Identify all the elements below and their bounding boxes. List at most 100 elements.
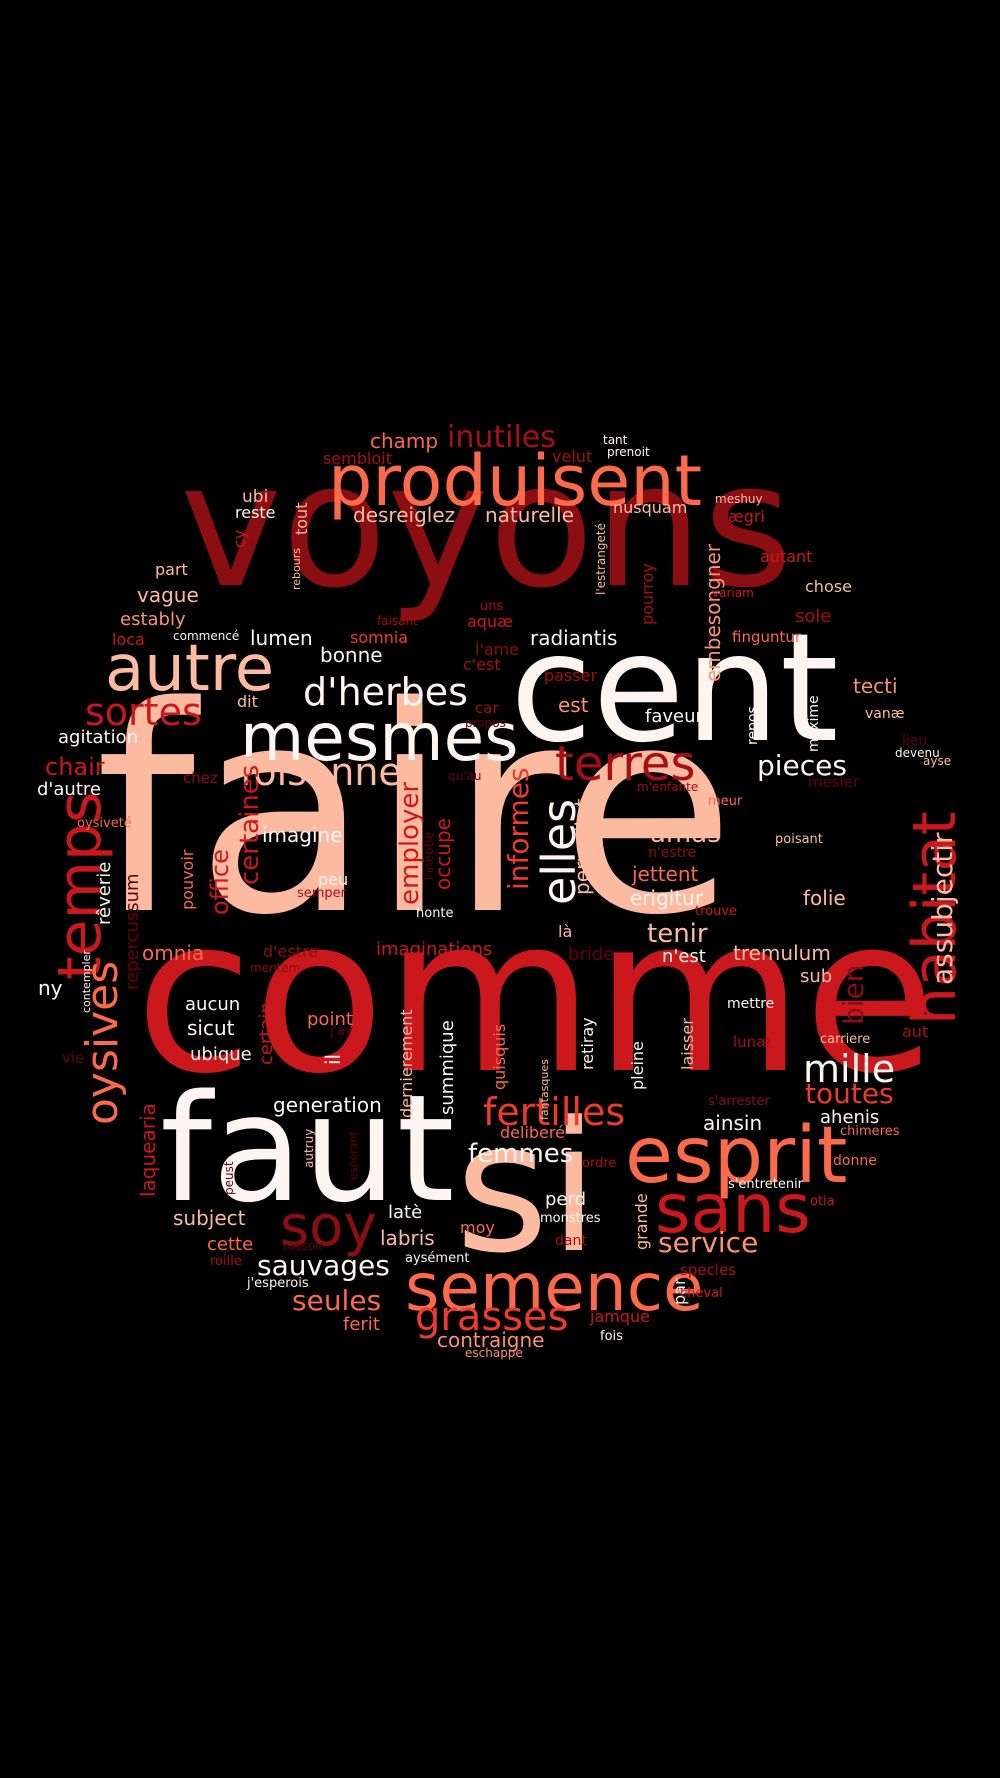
cloud-word: dit xyxy=(237,692,258,711)
cloud-word: sembloit xyxy=(323,449,392,468)
cloud-word: certain xyxy=(256,1002,277,1065)
cloud-word: eschappe xyxy=(465,1346,523,1360)
cloud-word: l'ame xyxy=(475,640,519,659)
cloud-word: autruy xyxy=(302,1129,316,1168)
cloud-word: ayse xyxy=(923,754,951,768)
cloud-word: poisant xyxy=(775,832,823,847)
cloud-word: trouve xyxy=(695,904,737,919)
cloud-word: m'enfante xyxy=(637,780,698,794)
cloud-word: jamque xyxy=(589,1307,650,1326)
cloud-word: latè xyxy=(388,1202,422,1223)
cloud-word: qu'au xyxy=(448,769,481,783)
word-cloud: fairecommevoyonscentfaut si espritsansprod… xyxy=(0,0,1000,1778)
cloud-word: imaginations xyxy=(376,939,492,960)
cloud-word: mesler xyxy=(808,773,860,791)
cloud-word: service xyxy=(658,1226,758,1259)
cloud-word: l'estrangeté xyxy=(594,523,608,595)
cloud-word: summique xyxy=(437,1020,458,1115)
cloud-word: d'estre xyxy=(263,942,318,961)
cloud-word: cette xyxy=(207,1234,253,1255)
cloud-word: part xyxy=(155,560,188,579)
cloud-word: il xyxy=(321,1054,345,1065)
cloud-word: rassoir xyxy=(283,1239,323,1253)
cloud-word: species xyxy=(680,1261,736,1279)
cloud-word: là xyxy=(558,922,572,941)
cloud-word: oysiveté xyxy=(77,816,132,831)
cloud-word: meur xyxy=(708,794,743,809)
cloud-word: nusquam xyxy=(613,498,687,517)
cloud-word: omnia xyxy=(142,941,204,965)
cloud-word: lieu xyxy=(902,733,927,749)
cloud-word: jettent xyxy=(631,862,699,886)
cloud-word: d'herbes xyxy=(303,670,468,714)
cloud-word: mentem xyxy=(250,961,300,975)
cloud-word: s'arrester xyxy=(708,1094,770,1109)
cloud-word: aut xyxy=(902,1022,928,1041)
cloud-word: folie xyxy=(803,886,846,910)
cloud-word: peu xyxy=(318,870,348,889)
cloud-word: repercussum xyxy=(122,873,143,990)
cloud-word: ubique xyxy=(190,1044,252,1065)
cloud-word: aquæ xyxy=(467,612,513,631)
cloud-word: office xyxy=(206,849,234,915)
cloud-word: chair xyxy=(45,753,105,781)
cloud-word: perd xyxy=(545,1189,586,1210)
cloud-word: bien xyxy=(837,964,870,1025)
cloud-word: honte xyxy=(416,906,454,921)
cloud-word: cy xyxy=(230,530,249,548)
cloud-word: pourroy xyxy=(638,563,657,625)
cloud-word: sole xyxy=(795,606,831,627)
cloud-word: generation xyxy=(273,1093,382,1117)
cloud-word: imagine xyxy=(262,823,343,847)
cloud-word: chez xyxy=(183,769,218,787)
cloud-word: mettre xyxy=(727,996,774,1012)
cloud-word: agitation xyxy=(58,727,138,748)
cloud-word: maxime xyxy=(806,695,822,752)
cloud-word: l'ineptie xyxy=(422,832,436,880)
cloud-word: sub xyxy=(800,966,832,987)
cloud-word: monstres xyxy=(540,1211,601,1226)
cloud-word: roille xyxy=(210,1254,242,1269)
cloud-word: toutes xyxy=(805,1077,894,1110)
cloud-word: cheval xyxy=(680,1286,723,1301)
cloud-word: pervolitat xyxy=(570,798,594,895)
cloud-word: radiantis xyxy=(530,626,617,650)
cloud-word: faveur xyxy=(645,706,704,727)
cloud-word: ordre xyxy=(582,1156,616,1171)
cloud-word: dant xyxy=(555,1233,587,1249)
cloud-word: assubjectir xyxy=(926,832,959,985)
cloud-word: fois xyxy=(600,1329,623,1344)
cloud-word: vanæ xyxy=(865,706,905,722)
cloud-word: fantasques xyxy=(538,1059,551,1120)
cloud-word: propos xyxy=(465,716,506,730)
cloud-word: dernierement xyxy=(397,1009,416,1118)
cloud-word: estably xyxy=(120,609,186,630)
cloud-word: pouvoir xyxy=(178,849,197,910)
cloud-word: bride xyxy=(568,944,614,965)
cloud-word: sicut xyxy=(187,1016,235,1040)
cloud-word: rebours xyxy=(290,548,303,590)
cloud-word: carriere xyxy=(820,1032,870,1047)
cloud-word: desreiglez xyxy=(353,503,455,527)
cloud-word: car xyxy=(475,699,499,717)
cloud-word: tout xyxy=(292,503,311,535)
cloud-word: lunæ xyxy=(733,1033,771,1051)
cloud-word: s'entretenir xyxy=(728,1177,804,1192)
cloud-word: foisonner xyxy=(240,750,418,794)
cloud-word: aucun xyxy=(185,994,240,1015)
cloud-word: autant xyxy=(760,547,812,566)
cloud-word: subject xyxy=(173,1206,246,1230)
cloud-word: donne xyxy=(833,1153,877,1169)
cloud-word: tenir xyxy=(647,919,708,949)
cloud-word: passer xyxy=(544,666,597,685)
cloud-word: commencé xyxy=(173,629,239,643)
cloud-word: j'esperois xyxy=(246,1276,309,1291)
cloud-word: repos xyxy=(745,706,761,745)
cloud-word: embesongner xyxy=(701,543,725,682)
cloud-word: ægri xyxy=(728,507,765,526)
cloud-word: rêverie xyxy=(94,862,115,925)
cloud-word: vie xyxy=(62,1049,84,1067)
cloud-word: informes xyxy=(502,767,535,890)
cloud-word: uns xyxy=(480,599,503,614)
cloud-word: n'est xyxy=(662,946,706,967)
